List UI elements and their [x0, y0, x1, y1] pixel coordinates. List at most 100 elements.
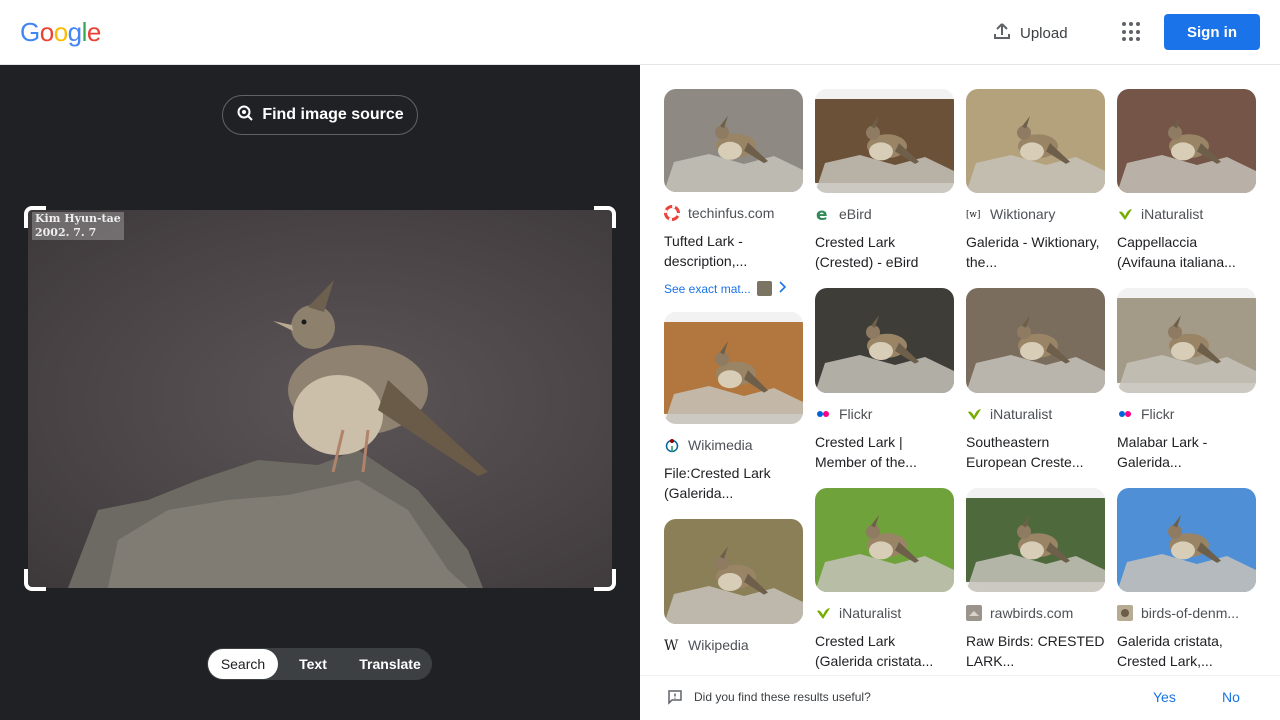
result-source[interactable]: techinfus.com [664, 205, 803, 221]
lifebuoy-icon [664, 205, 680, 221]
result-title[interactable]: Crested Lark (Crested) - eBird [815, 232, 954, 272]
result-title[interactable]: Southeastern European Creste... [966, 432, 1105, 472]
lens-image-panel: Find image source Kim Hyun-tae 2002. 7. … [0, 65, 640, 720]
svg-text:[w]: [w] [966, 210, 980, 220]
result-thumbnail[interactable] [1117, 288, 1256, 393]
crop-handle-bottom-left[interactable] [24, 569, 46, 591]
inaturalist-icon [1117, 206, 1133, 222]
result-title[interactable]: Crested Lark (Galerida cristata... [815, 631, 954, 671]
result-title[interactable]: Cappellaccia (Avifauna italiana... [1117, 232, 1256, 272]
lens-mode-tabs: Search Text Translate [207, 648, 432, 680]
result-source[interactable]: Flickr [815, 406, 954, 422]
rawbirds-icon [966, 605, 982, 621]
result-thumbnail[interactable] [1117, 488, 1256, 592]
logo-letter: o [39, 17, 54, 47]
result-thumbnail[interactable] [966, 288, 1105, 393]
result-card[interactable]: iNaturalist Southeastern European Creste… [966, 288, 1105, 472]
result-source-name: Wiktionary [990, 206, 1056, 222]
result-title[interactable]: Malabar Lark - Galerida... [1117, 432, 1256, 472]
result-source[interactable]: W Wikipedia [664, 637, 803, 653]
inaturalist-icon [966, 406, 982, 422]
wikimedia-icon [664, 437, 680, 453]
result-source-name: eBird [839, 206, 872, 222]
result-source-name: iNaturalist [839, 605, 902, 621]
result-thumbnail[interactable] [966, 488, 1105, 592]
google-logo[interactable]: Google [20, 17, 101, 48]
result-card[interactable]: Flickr Malabar Lark - Galerida... [1117, 288, 1256, 472]
result-thumbnail[interactable] [815, 288, 954, 393]
result-source-name: Wikipedia [688, 637, 749, 653]
feedback-icon [667, 689, 683, 710]
result-card[interactable]: birds-of-denm... Galerida cristata, Cres… [1117, 488, 1256, 671]
top-header: Google Upload Sign in [0, 0, 1280, 65]
result-title[interactable]: Crested Lark | Member of the... [815, 432, 954, 472]
result-card[interactable]: [w] Wiktionary Galerida - Wiktionary, th… [966, 89, 1105, 272]
result-source[interactable]: Flickr [1117, 406, 1256, 422]
flickr-icon [1117, 406, 1133, 422]
inaturalist-icon [815, 605, 831, 621]
lens-search-icon [236, 104, 254, 127]
result-card[interactable]: W Wikipedia [664, 519, 803, 653]
result-source[interactable]: Wikimedia [664, 437, 803, 453]
result-thumbnail[interactable] [664, 89, 803, 192]
result-card[interactable]: Wikimedia File:Crested Lark (Galerida... [664, 312, 803, 503]
result-source[interactable]: rawbirds.com [966, 605, 1105, 621]
result-card[interactable]: rawbirds.com Raw Birds: CRESTED LARK... [966, 488, 1105, 671]
apps-grid-icon[interactable] [1122, 22, 1142, 42]
wikipedia-icon: W [664, 637, 680, 653]
result-title[interactable]: Raw Birds: CRESTED LARK... [966, 631, 1105, 671]
result-source[interactable]: e eBird [815, 206, 954, 222]
upload-label: Upload [1020, 24, 1068, 42]
result-source-name: iNaturalist [1141, 206, 1204, 222]
results-column: iNaturalist Cappellaccia (Avifauna itali… [1117, 89, 1256, 675]
find-image-source-button[interactable]: Find image source [222, 95, 418, 135]
result-card[interactable]: Flickr Crested Lark | Member of the... [815, 288, 954, 472]
result-card[interactable]: e eBird Crested Lark (Crested) - eBird [815, 89, 954, 272]
result-title[interactable]: File:Crested Lark (Galerida... [664, 463, 803, 503]
tab-search[interactable]: Search [208, 649, 278, 679]
result-thumbnail[interactable] [1117, 89, 1256, 193]
result-thumbnail[interactable] [966, 89, 1105, 193]
logo-letter: e [86, 17, 101, 47]
result-thumbnail[interactable] [664, 519, 803, 624]
result-source[interactable]: iNaturalist [1117, 206, 1256, 222]
wiktionary-icon: [w] [966, 206, 982, 222]
result-source-name: rawbirds.com [990, 605, 1074, 621]
result-thumbnail[interactable] [664, 312, 803, 424]
crested-lark-photo [68, 280, 488, 588]
find-image-source-label: Find image source [262, 106, 404, 123]
see-exact-matches-link[interactable]: See exact mat... [664, 281, 803, 296]
crop-handle-top-left[interactable] [24, 206, 46, 228]
logo-letter: o [53, 17, 68, 47]
upload-button[interactable]: Upload [992, 21, 1068, 45]
result-source-name: birds-of-denm... [1141, 605, 1240, 621]
sign-in-button[interactable]: Sign in [1164, 14, 1260, 50]
result-title[interactable]: Galerida - Wiktionary, the... [966, 232, 1105, 272]
result-source[interactable]: birds-of-denm... [1117, 605, 1256, 621]
feedback-yes-button[interactable]: Yes [1153, 689, 1176, 705]
result-source[interactable]: iNaturalist [815, 605, 954, 621]
crop-handle-bottom-right[interactable] [594, 569, 616, 591]
logo-letter: G [20, 17, 40, 47]
result-card[interactable]: iNaturalist Cappellaccia (Avifauna itali… [1117, 89, 1256, 272]
birds-of-denmark-icon [1117, 605, 1133, 621]
exact-match-thumbnail [756, 281, 772, 296]
tab-text[interactable]: Text [278, 649, 348, 679]
results-column: techinfus.com Tufted Lark - description,… [664, 89, 803, 669]
result-thumbnail[interactable] [815, 89, 954, 193]
result-title[interactable]: Galerida cristata, Crested Lark,... [1117, 631, 1256, 671]
visual-matches-grid: techinfus.com Tufted Lark - description,… [640, 65, 1280, 675]
result-source-name: Flickr [839, 406, 873, 422]
result-title[interactable]: Tufted Lark - description,... [664, 231, 803, 271]
result-source-name: Wikimedia [688, 437, 753, 453]
tab-translate[interactable]: Translate [348, 649, 432, 679]
result-source[interactable]: [w] Wiktionary [966, 206, 1105, 222]
result-thumbnail[interactable] [815, 488, 954, 592]
result-card[interactable]: iNaturalist Crested Lark (Galerida crist… [815, 488, 954, 671]
query-image[interactable]: Kim Hyun-tae 2002. 7. 7 [28, 210, 612, 588]
crop-handle-top-right[interactable] [594, 206, 616, 228]
result-source[interactable]: iNaturalist [966, 406, 1105, 422]
result-card[interactable]: techinfus.com Tufted Lark - description,… [664, 89, 803, 296]
feedback-no-button[interactable]: No [1222, 689, 1240, 705]
result-source-name: techinfus.com [688, 205, 775, 221]
